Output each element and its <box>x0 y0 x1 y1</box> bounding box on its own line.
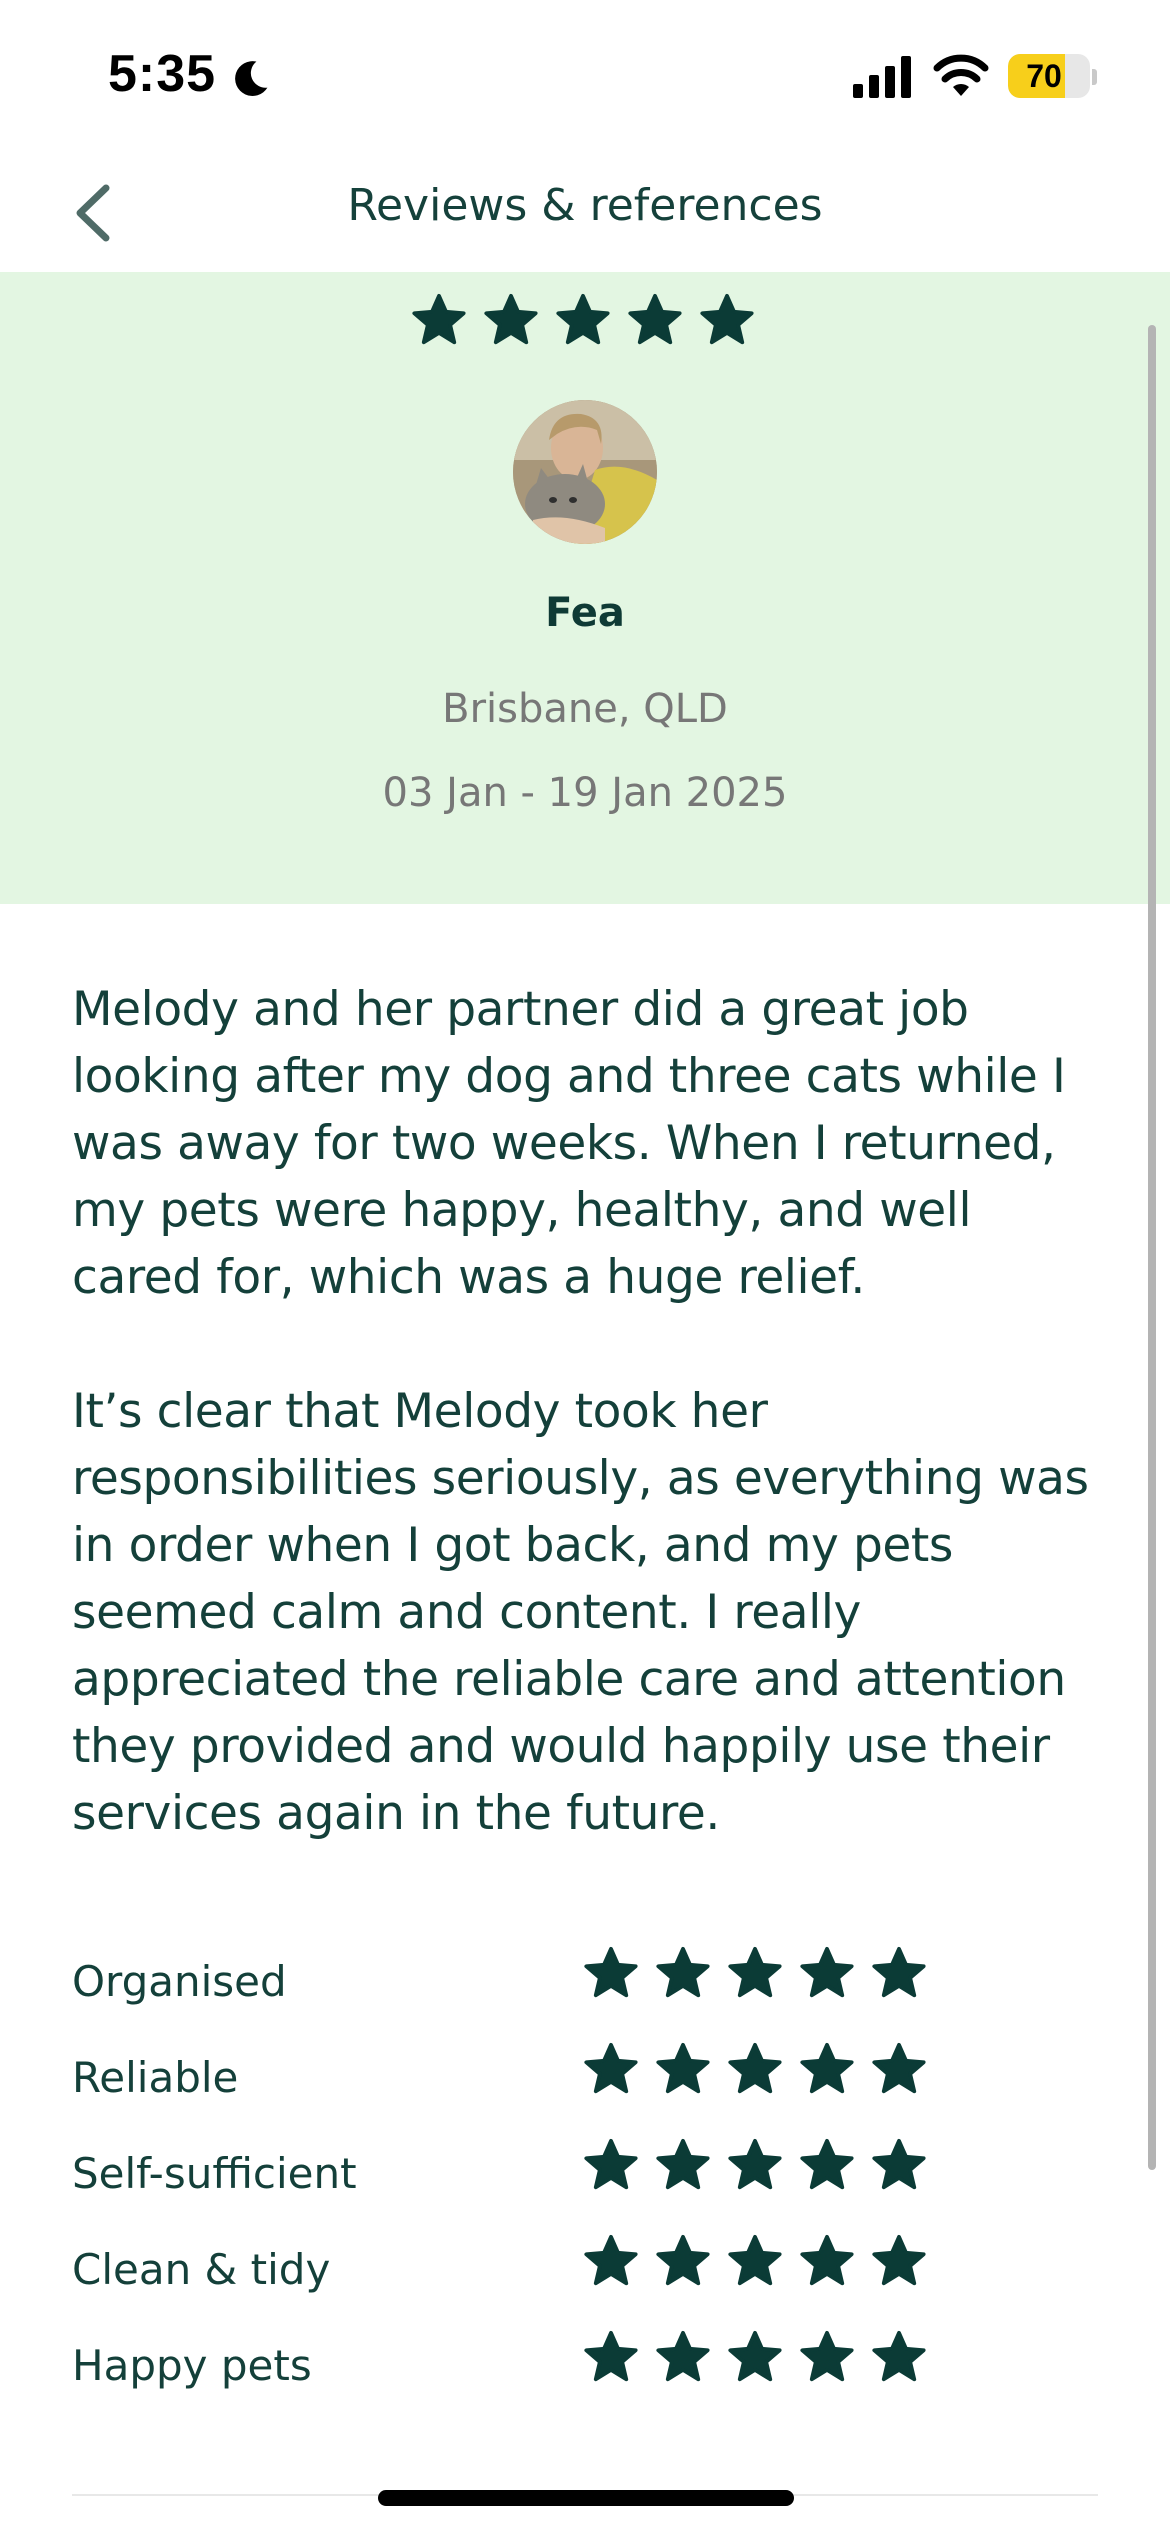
status-bar: 5:35 70 <box>0 0 1170 150</box>
wifi-icon <box>933 54 989 96</box>
star-icon <box>872 2042 926 2094</box>
review-detail-screen: 5:35 70 Reviews & references Fea Brisban… <box>0 0 1170 2532</box>
rating-label: Self-sufficient <box>72 2149 357 2198</box>
review-summary-card: Fea Brisbane, QLD 03 Jan - 19 Jan 2025 <box>0 272 1170 904</box>
star-icon <box>628 293 682 345</box>
rating-label: Happy pets <box>72 2341 312 2390</box>
category-ratings: Organised Reliable Self-sufficient Clean… <box>72 1945 1112 2425</box>
rating-stars <box>582 2233 928 2291</box>
avatar <box>513 400 657 544</box>
moon-icon <box>235 61 268 96</box>
star-icon <box>800 2138 854 2190</box>
star-icon <box>800 1946 854 1998</box>
rating-stars <box>582 2137 928 2195</box>
star-icon <box>656 2042 710 2094</box>
rating-stars <box>582 1945 928 2003</box>
home-indicator[interactable] <box>378 2490 794 2506</box>
star-icon <box>584 2234 638 2286</box>
star-icon <box>872 2234 926 2286</box>
star-icon <box>656 2138 710 2190</box>
rating-label: Clean & tidy <box>72 2245 331 2294</box>
star-icon <box>872 1946 926 1998</box>
scrollbar[interactable] <box>1148 325 1156 2170</box>
review-paragraph: Melody and her partner did a great job l… <box>72 982 1066 1305</box>
star-icon <box>728 2330 782 2382</box>
rating-row-self-sufficient: Self-sufficient <box>72 2137 1112 2233</box>
avatar-photo <box>513 400 657 544</box>
rating-row-reliable: Reliable <box>72 2041 1112 2137</box>
star-icon <box>728 1946 782 1998</box>
star-icon <box>584 2138 638 2190</box>
star-icon <box>656 2234 710 2286</box>
star-icon <box>728 2042 782 2094</box>
star-icon <box>800 2042 854 2094</box>
rating-stars <box>582 2041 928 2099</box>
star-icon <box>872 2330 926 2382</box>
rating-label: Reliable <box>72 2053 239 2102</box>
rating-row-happy-pets: Happy pets <box>72 2329 1112 2425</box>
reviewer-name: Fea <box>545 590 625 636</box>
star-icon <box>656 2330 710 2382</box>
battery-cap <box>1092 69 1097 85</box>
battery-icon: 70 <box>1008 52 1097 100</box>
rating-label: Organised <box>72 1957 287 2006</box>
overall-rating-stars <box>410 292 762 358</box>
status-time: 5:35 <box>108 45 217 103</box>
star-icon <box>584 2042 638 2094</box>
rating-row-organised: Organised <box>72 1945 1112 2041</box>
battery-body: 70 <box>1008 54 1090 98</box>
reviewer-location: Brisbane, QLD <box>442 686 728 732</box>
star-icon <box>800 2330 854 2382</box>
review-paragraph: It’s clear that Melody took her responsi… <box>72 1384 1089 1841</box>
battery-level: 70 <box>1026 58 1062 94</box>
star-icon <box>800 2234 854 2286</box>
star-icon <box>872 2138 926 2190</box>
review-dates: 03 Jan - 19 Jan 2025 <box>382 770 788 816</box>
star-icon <box>656 1946 710 1998</box>
star-icon <box>412 293 466 345</box>
star-icon <box>728 2234 782 2286</box>
review-text: Melody and her partner did a great job l… <box>72 976 1112 1847</box>
star-icon <box>556 293 610 345</box>
star-icon <box>484 293 538 345</box>
star-icon <box>700 293 754 345</box>
nav-header: Reviews & references <box>0 150 1170 272</box>
page-title: Reviews & references <box>347 180 823 231</box>
star-icon <box>584 1946 638 1998</box>
rating-stars <box>582 2329 928 2387</box>
star-icon <box>584 2330 638 2382</box>
rating-row-clean-tidy: Clean & tidy <box>72 2233 1112 2329</box>
star-icon <box>728 2138 782 2190</box>
cellular-signal-icon <box>853 56 911 98</box>
